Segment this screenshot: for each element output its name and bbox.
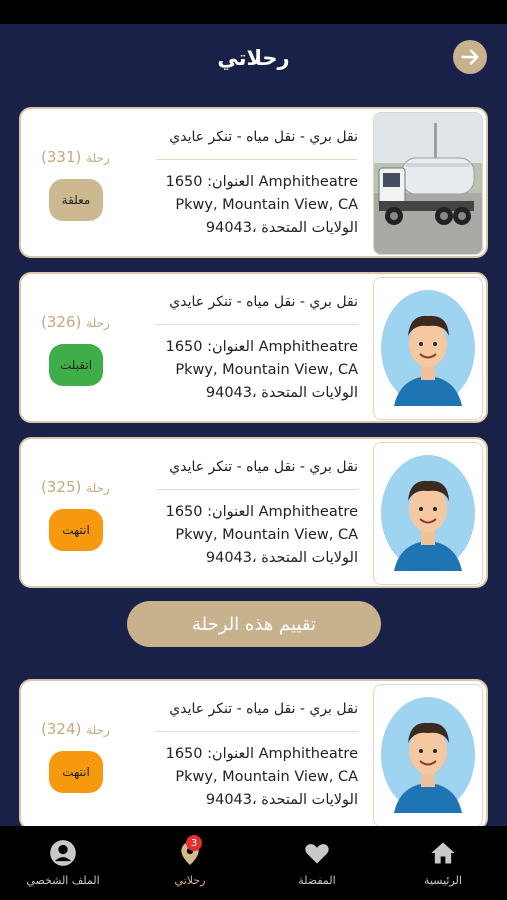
divider [156,489,358,490]
status-badge: انتهت [49,509,103,551]
trip-label: رحلة [86,316,110,330]
trip-card[interactable]: نقل بري - نقل مياه - تنكر عايدي العنوان:… [19,679,488,830]
page-title: رحلاتي [217,46,290,70]
address-line: 94043، الولايات المتحدة [205,220,358,236]
trip-image [373,112,483,255]
status-badge: انتهت [49,751,103,793]
address-line: 94043، الولايات المتحدة [205,792,358,808]
avatar-image [381,455,475,571]
avatar-image [381,290,475,406]
divider [156,731,358,732]
trip-address: العنوان: 1650 Amphitheatre Pkwy, Mountai… [153,336,358,405]
trip-card[interactable]: نقل بري - نقل مياه - تنكر عايدي العنوان:… [19,437,488,588]
tab-favorites[interactable]: المفضلة [267,838,367,887]
trip-label: رحلة [86,481,110,495]
rate-trip-button[interactable]: تقييم هذه الرحلة [127,601,381,647]
trip-number-value: (326) [41,313,82,331]
tab-my-trips[interactable]: 3 رحلاتي [140,835,240,887]
tab-label: المفضلة [298,874,336,887]
trip-number-value: (325) [41,478,82,496]
address-line: العنوان: 1650 Amphitheatre [165,174,358,190]
trip-service: نقل بري - نقل مياه - تنكر عايدي [169,701,358,717]
divider [156,159,358,160]
notification-badge: 3 [186,835,202,851]
status-badge: اتقبلت [49,344,103,386]
address-line: Pkwy, Mountain View, CA [175,197,358,213]
trip-address: العنوان: 1650 Amphitheatre Pkwy, Mountai… [153,171,358,240]
home-icon [431,842,455,864]
trip-number: رحلة (326) [41,313,110,331]
user-icon [50,840,76,866]
trip-image [373,684,483,827]
header: رحلاتي [0,24,507,94]
trip-service: نقل بري - نقل مياه - تنكر عايدي [169,129,358,145]
arrow-right-icon [461,49,479,65]
address-line: Pkwy, Mountain View, CA [175,527,358,543]
tab-label: رحلاتي [174,874,206,887]
address-line: Pkwy, Mountain View, CA [175,362,358,378]
trip-number-value: (331) [41,148,82,166]
trip-number: رحلة (324) [41,720,110,738]
divider [156,324,358,325]
heart-icon [305,844,329,864]
back-button[interactable] [453,40,487,74]
address-line: 94043، الولايات المتحدة [205,550,358,566]
trip-number-value: (324) [41,720,82,738]
trip-service: نقل بري - نقل مياه - تنكر عايدي [169,459,358,475]
bottom-tab-bar: الملف الشخصي 3 رحلاتي المفضلة الرئيسية [0,826,507,900]
trip-label: رحلة [86,723,110,737]
trip-card[interactable]: نقل بري - نقل مياه - تنكر عايدي العنوان:… [19,107,488,258]
trip-address: العنوان: 1650 Amphitheatre Pkwy, Mountai… [153,501,358,570]
tab-label: الملف الشخصي [26,874,100,887]
trip-service: نقل بري - نقل مياه - تنكر عايدي [169,294,358,310]
trip-image [373,442,483,585]
address-line: 94043، الولايات المتحدة [205,385,358,401]
tab-label: الرئيسية [424,874,462,887]
water-truck-image [374,113,482,254]
address-line: العنوان: 1650 Amphitheatre [165,504,358,520]
trip-number: رحلة (331) [41,148,110,166]
address-line: العنوان: 1650 Amphitheatre [165,746,358,762]
trip-image [373,277,483,420]
status-bar [0,0,507,24]
avatar-image [381,697,475,813]
trip-card[interactable]: نقل بري - نقل مياه - تنكر عايدي العنوان:… [19,272,488,423]
address-line: Pkwy, Mountain View, CA [175,769,358,785]
tab-profile[interactable]: الملف الشخصي [13,838,113,887]
trip-number: رحلة (325) [41,478,110,496]
tab-home[interactable]: الرئيسية [393,838,493,887]
trip-address: العنوان: 1650 Amphitheatre Pkwy, Mountai… [153,743,358,812]
trip-label: رحلة [86,151,110,165]
address-line: العنوان: 1650 Amphitheatre [165,339,358,355]
status-badge: معلقة [49,179,103,221]
